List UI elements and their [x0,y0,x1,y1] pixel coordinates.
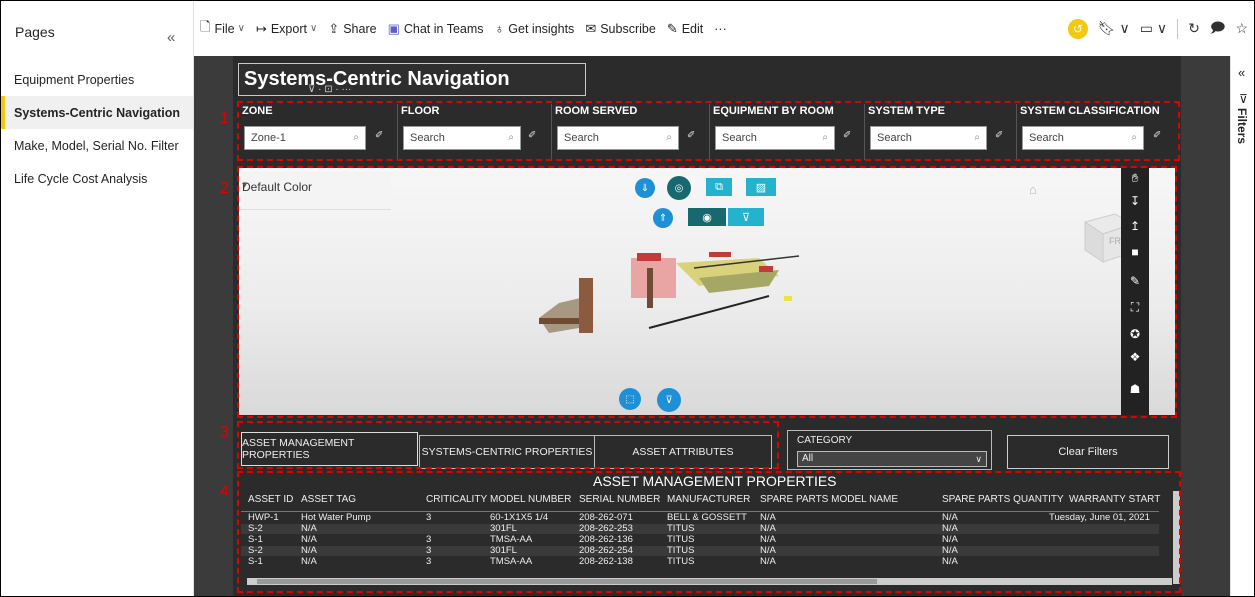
annotation-number: 3 [220,424,229,441]
edit-button[interactable]: ✎ Edit [667,21,703,37]
file-icon: 🗋 [200,18,211,34]
expand-filters-icon[interactable]: « [1238,65,1245,80]
share-button[interactable]: ⇪ Share [328,21,376,37]
reset-icon[interactable]: ↺ [1067,18,1088,39]
page-item-equipment-properties[interactable]: Equipment Properties [1,63,193,96]
annotation-box-viewer [237,166,1177,418]
chevron-down-icon: ∨ [975,454,982,464]
page-item-life-cycle-cost[interactable]: Life Cycle Cost Analysis [1,162,193,195]
visual-header-icons[interactable]: ⊽ · ⊡ · ··· [308,84,351,95]
annotation-number: 1 [220,110,229,127]
power-bi-window: Pages « Equipment Properties Systems-Cen… [0,0,1255,597]
filter-icon: ⊽ [1239,92,1248,106]
favorite-star-icon[interactable]: ☆ [1235,20,1248,37]
filters-label: Filters [1235,108,1249,145]
category-label: CATEGORY [797,435,853,446]
teams-icon: ▣ [387,20,400,36]
category-dropdown[interactable]: All ∨ [797,451,987,467]
report-toolbar: 🗋 File ∨ ↦ Export ∨ ⇪ Share ▣ Chat in Teams ♁ G… [194,1,1254,56]
export-icon: ↦ [255,20,267,36]
pages-header: Pages « [1,1,193,63]
page-item-make-model-serial[interactable]: Make, Model, Serial No. Filter [1,129,193,162]
pages-heading: Pages [15,24,55,40]
pages-panel: Pages « Equipment Properties Systems-Cen… [1,1,194,596]
page-title: Systems-Centric Navigation [244,68,510,90]
chat-in-teams-button[interactable]: ▣ Chat in Teams [388,21,484,37]
bookmark-icon[interactable]: 🔖︎ ∨ [1098,20,1130,37]
toolbar-right-group: ↺ 🔖︎ ∨ ▭ ∨ ↻ 🗩︎ ☆ [1067,1,1248,56]
toolbar-divider [1177,18,1179,39]
clear-filters-button[interactable]: Clear Filters [1007,435,1169,469]
get-insights-button[interactable]: ♁ Get insights [495,21,575,36]
comment-icon[interactable]: 🗩︎ [1210,17,1226,41]
file-menu[interactable]: 🗋 File ∨ [200,18,245,40]
filters-pane[interactable]: « ⊽ Filters [1230,56,1254,596]
chevron-down-icon: ∨ [237,23,245,34]
category-slicer: CATEGORY All ∨ [787,430,992,470]
collapse-pages-icon[interactable]: « [167,29,175,46]
subscribe-button[interactable]: ✉ Subscribe [585,21,656,37]
view-icon[interactable]: ▭ ∨ [1140,20,1167,37]
annotation-box-table [237,471,1181,593]
chevron-down-icon: ∨ [309,23,318,34]
refresh-icon[interactable]: ↻ [1188,20,1200,37]
annotation-number: 2 [220,180,229,197]
annotation-number: 4 [220,483,229,500]
report-title-box: Systems-Centric Navigation [238,63,586,96]
export-menu[interactable]: ↦ Export ∨ [256,21,317,37]
annotation-box-slicers [237,101,1180,161]
share-icon: ⇪ [328,20,340,36]
page-item-systems-centric-navigation[interactable]: Systems-Centric Navigation [1,96,193,129]
canvas-right-margin [1181,56,1230,596]
mail-icon: ✉ [585,20,597,36]
pencil-icon: ✎ [666,20,678,36]
lightbulb-icon: ♁ [494,21,505,36]
more-options-button[interactable]: ··· [714,22,727,36]
annotation-box-tabs [237,421,779,469]
